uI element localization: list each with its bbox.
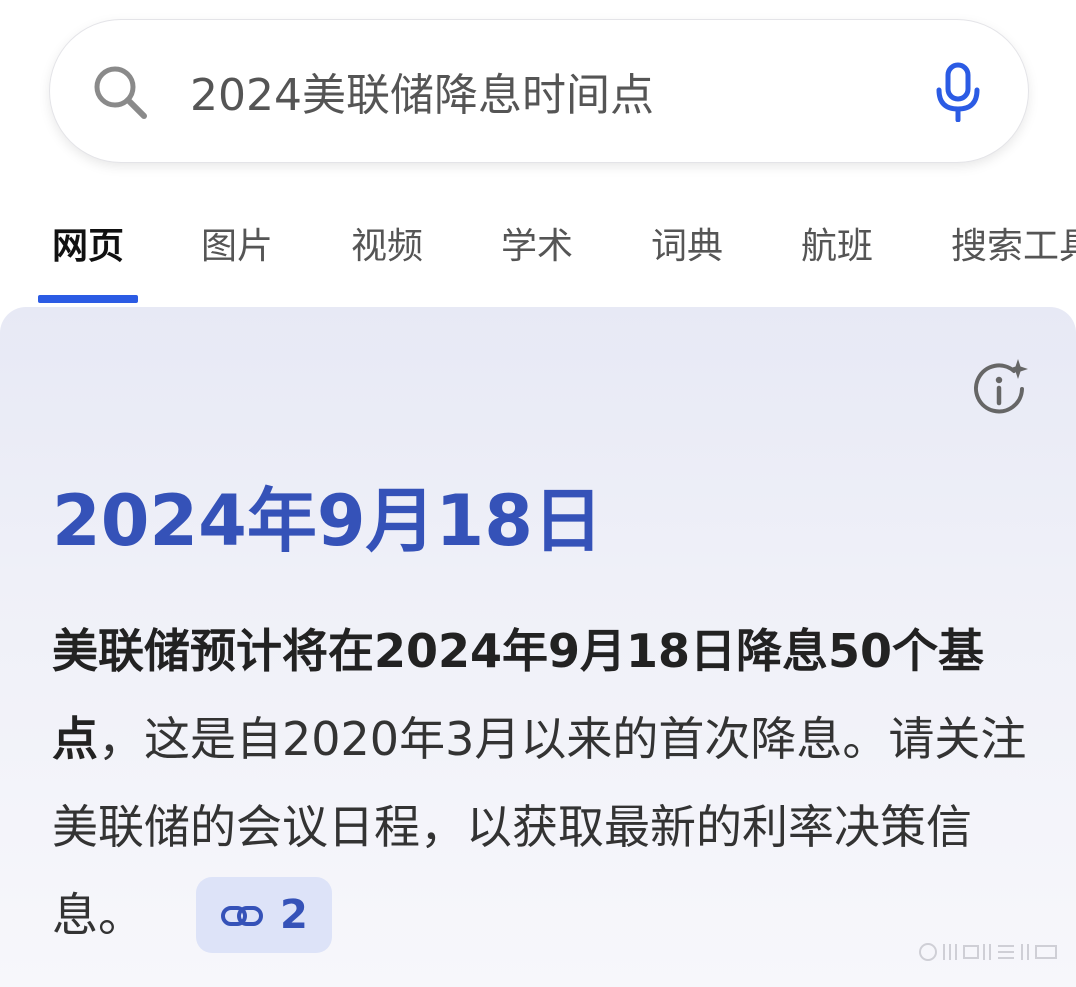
microphone-icon[interactable] — [932, 62, 984, 122]
tab-flights[interactable]: 航班 — [801, 217, 873, 269]
citation-link-button[interactable]: 2 — [196, 876, 332, 953]
link-icon — [221, 905, 263, 926]
tab-search-tools[interactable]: 搜索工具 — [951, 217, 1076, 269]
answer-body: 美联储预计将在2024年9月18日降息50个基点，这是自2020年3月以来的首次… — [52, 607, 1042, 959]
search-tabs: 网页 图片 视频 学术 词典 航班 搜索工具 — [0, 195, 1076, 305]
ai-info-sparkle-icon[interactable] — [970, 357, 1032, 417]
watermark-logo — [919, 943, 1057, 961]
answer-title: 2024年9月18日 — [52, 480, 603, 562]
citation-count: 2 — [280, 891, 308, 938]
tab-videos[interactable]: 视频 — [351, 217, 423, 269]
tab-web[interactable]: 网页 — [52, 217, 124, 269]
tab-images[interactable]: 图片 — [201, 217, 273, 269]
search-input[interactable] — [190, 56, 810, 126]
tab-academic[interactable]: 学术 — [501, 217, 573, 269]
ai-answer-card: 2024年9月18日 美联储预计将在2024年9月18日降息50个基点，这是自2… — [0, 307, 1076, 987]
search-icon — [94, 66, 147, 119]
active-tab-indicator — [38, 295, 138, 303]
search-bar — [50, 20, 1028, 162]
tab-dictionary[interactable]: 词典 — [651, 217, 723, 269]
